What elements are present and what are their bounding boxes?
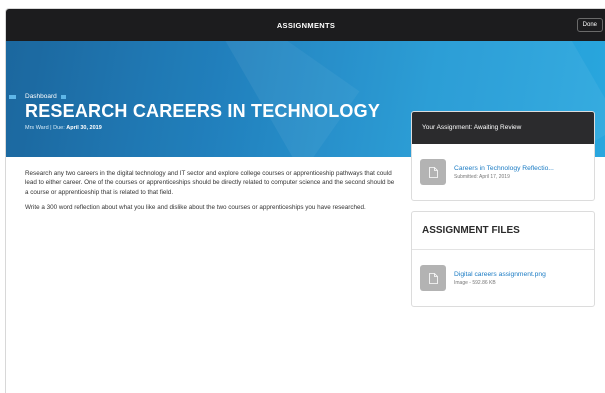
assignment-file-link[interactable]: Digital careers assignment.png [454,271,546,278]
breadcrumb-marker-icon [9,94,16,99]
assignment-meta: Mrs Ward | Due: April 30, 2019 [25,125,102,131]
breadcrumb-separator-icon [60,94,66,99]
window-title: ASSIGNMENTS [276,20,336,30]
description-paragraph: Write a 300 word reflection about what y… [25,203,366,211]
due-label: Due: [53,125,65,131]
top-bar: ASSIGNMENTS Done [6,9,605,41]
breadcrumb-dashboard-link[interactable]: Dashboard [25,93,57,100]
due-date: April 30, 2019 [66,125,102,131]
assignment-status-card: Your Assignment: Awaiting Review Careers… [411,111,595,201]
description-paragraph: Research any two careers in the digital … [25,170,395,196]
meta-separator: | [50,125,52,131]
assignment-window: ASSIGNMENTS Done Dashboard RESEARCH CARE… [5,8,605,393]
assignment-files-card: ASSIGNMENT FILES Digital careers assignm… [411,211,595,307]
assignment-description: Research any two careers in the digital … [25,169,395,218]
teacher-name: Mrs Ward [25,125,49,131]
done-button[interactable]: Done [576,18,603,32]
file-list-item[interactable]: Digital careers assignment.png Image - 5… [412,250,594,306]
assignment-files-header: ASSIGNMENT FILES [412,212,594,250]
assignment-status-header: Your Assignment: Awaiting Review [412,112,594,144]
page-title: RESEARCH CAREERS IN TECHNOLOGY [25,101,381,121]
submission-date: Submitted: April 17, 2019 [454,173,510,180]
submission-item[interactable]: Careers in Technology Reflectio... Submi… [412,144,594,200]
submission-file-link[interactable]: Careers in Technology Reflectio... [454,165,554,172]
document-icon [420,265,446,291]
assignment-file-meta: Image - 592.86 KB [454,279,496,286]
document-icon [420,159,446,185]
breadcrumb: Dashboard [9,93,66,100]
